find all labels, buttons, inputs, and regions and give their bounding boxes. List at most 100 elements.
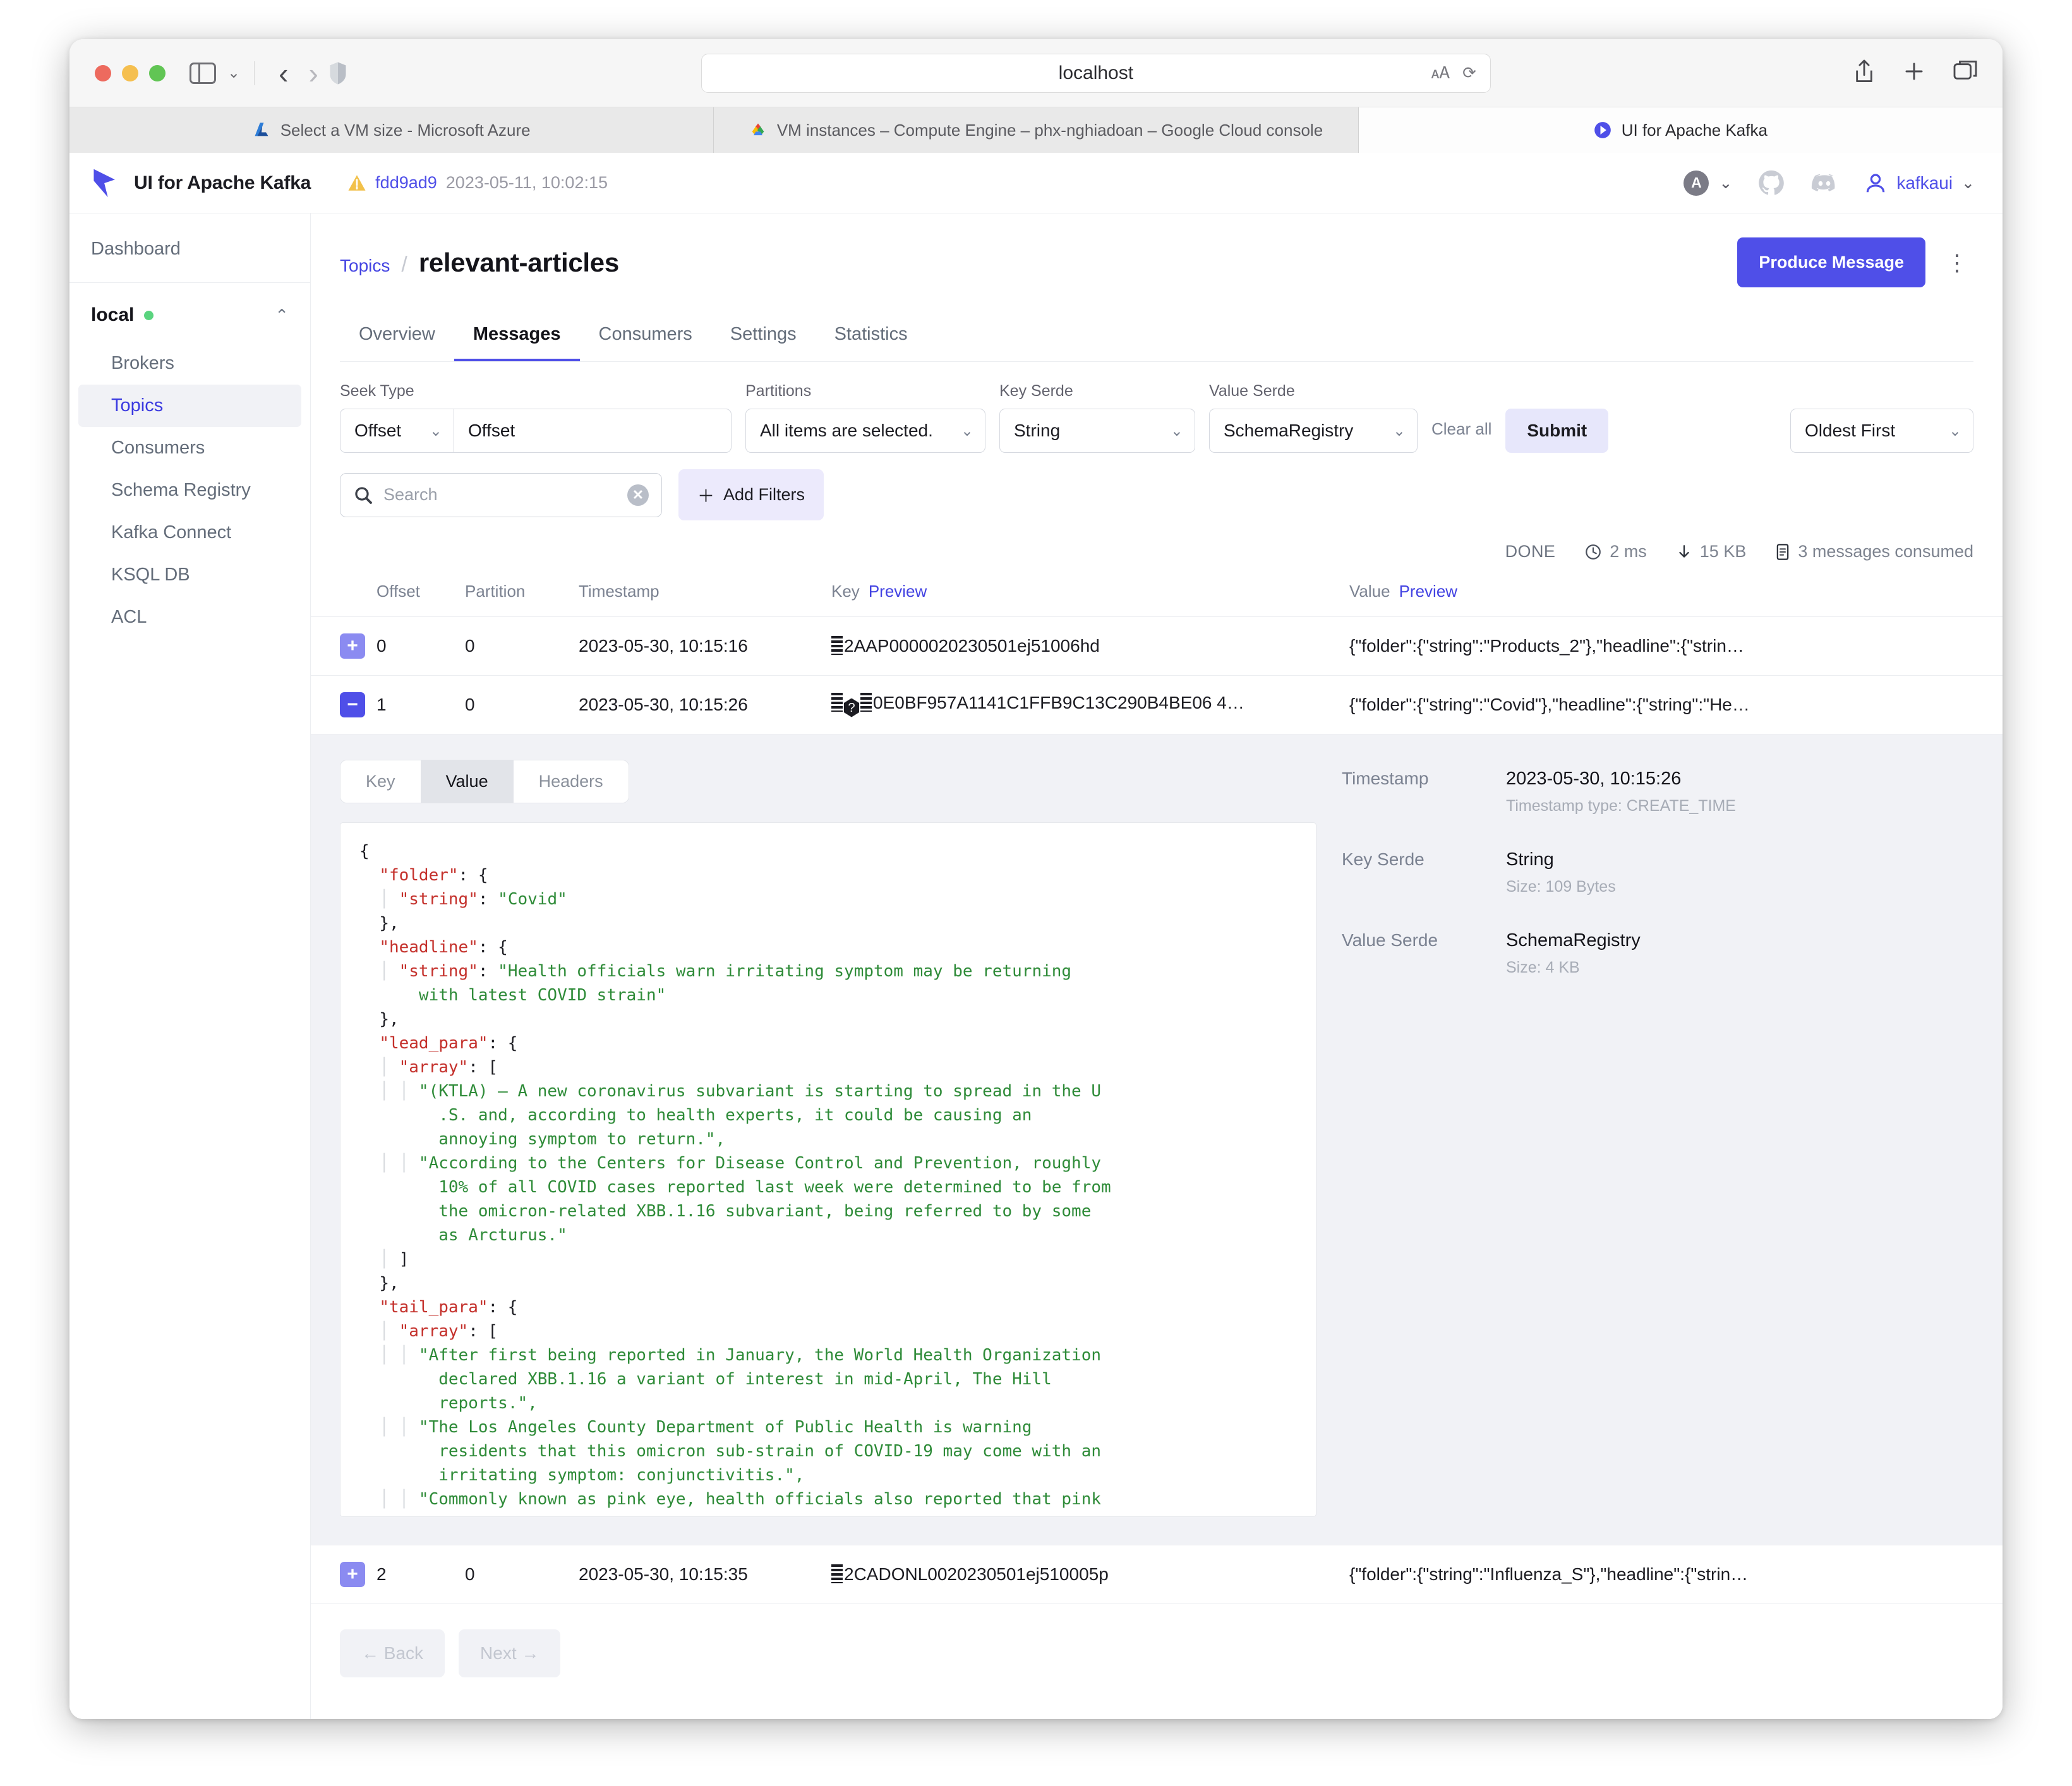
produce-message-button[interactable]: Produce Message [1737,237,1925,287]
more-options-icon[interactable]: ⋮ [1942,249,1973,276]
clear-search-icon[interactable]: ✕ [627,484,649,506]
search-input[interactable]: Search ✕ [340,472,662,517]
theme-switcher[interactable]: A ⌄ [1684,170,1732,196]
chevron-down-icon[interactable]: ⌄ [1961,174,1975,193]
meta-key-serde: Key Serde String Size: 109 Bytes [1342,849,1973,896]
key-preview-link[interactable]: Preview [869,582,927,601]
status-size: 15 KB [1676,542,1746,561]
sidebar-item-brokers[interactable]: Brokers [78,342,301,385]
cell-offset: 1 [376,675,465,734]
close-window-button[interactable] [95,64,111,81]
value-preview-link[interactable]: Preview [1399,582,1457,601]
sidebar-item-acl[interactable]: ACL [78,596,301,638]
back-button[interactable]: ← Back [340,1629,445,1677]
browser-tab-azure[interactable]: Select a VM size - Microsoft Azure [69,107,714,153]
sort-order-select[interactable]: Oldest First ⌄ [1790,409,1973,453]
next-button[interactable]: Next → [459,1629,561,1677]
th-partition[interactable]: Partition [465,575,579,617]
tab-consumers[interactable]: Consumers [580,314,711,361]
tab-overview-icon[interactable] [1953,61,1977,85]
segment-value[interactable]: Value [420,760,514,803]
browser-tab-gcloud[interactable]: VM instances – Compute Engine – phx-nghi… [714,107,1359,153]
json-token: : [478,890,498,909]
sidebar-item-ksql-db[interactable]: KSQL DB [78,554,301,596]
seek-type-select[interactable]: Offset ⌄ [340,409,454,453]
chevron-down-icon[interactable]: ⌄ [1719,174,1732,193]
cluster-online-indicator [144,310,154,320]
breadcrumb-topics-link[interactable]: Topics [340,256,390,276]
submit-button[interactable]: Submit [1505,409,1609,453]
sidebar-cluster-local[interactable]: local ⌃ [69,283,310,342]
table-row[interactable]: − 1 0 2023-05-30, 10:15:26 ? 0E0BF957A114… [311,675,2003,734]
back-arrow-icon[interactable]: ‹ [268,59,298,88]
tab-statistics[interactable]: Statistics [816,314,927,361]
replacement-char-icon: ? [844,698,859,717]
sidebar-toggle-icon[interactable] [190,62,216,84]
chevron-up-icon[interactable]: ⌃ [275,306,289,325]
version-hash-link[interactable]: fdd9ad9 [375,173,437,193]
address-bar[interactable]: localhost 🗚 ⟳ [701,53,1491,93]
expand-row-button[interactable]: + [340,1562,365,1587]
table-row[interactable]: + 0 0 2023-05-30, 10:15:16 2AAP000002023… [311,616,2003,676]
collapse-row-button[interactable]: − [340,692,365,717]
browser-tab-label: Select a VM size - Microsoft Azure [280,120,531,140]
github-icon[interactable] [1757,169,1785,197]
key-serde-select[interactable]: String ⌄ [999,409,1195,453]
pagination: ← Back Next → [311,1604,2003,1706]
forward-arrow-icon[interactable]: › [298,59,328,88]
json-token: : { [478,938,508,957]
sidebar-item-consumers[interactable]: Consumers [78,427,301,469]
json-value-viewer[interactable]: { "folder": { │ "string": "Covid" }, "he… [340,822,1316,1517]
browser-tab-kafka-ui[interactable]: UI for Apache Kafka [1358,107,2003,153]
cell-timestamp: 2023-05-30, 10:15:35 [579,1545,831,1604]
cell-value: {"folder":{"string":"Influenza_S"},"head… [1349,1545,2003,1604]
json-indent-guide: │ [359,1250,399,1269]
tab-messages[interactable]: Messages [454,314,580,361]
sidebar-item-kafka-connect[interactable]: Kafka Connect [78,512,301,554]
seek-offset-input[interactable]: Offset [454,409,732,453]
share-icon[interactable] [1853,59,1875,87]
privacy-shield-icon[interactable] [328,61,347,85]
chevron-down-icon[interactable]: ⌄ [227,65,240,81]
tab-settings[interactable]: Settings [711,314,816,361]
sidebar-item-topics[interactable]: Topics [78,385,301,427]
json-line: residents that this omicron sub-strain o… [359,1439,1297,1463]
json-token: "Health officials warn irritating sympto… [498,962,1072,981]
segment-headers[interactable]: Headers [513,760,629,803]
th-timestamp[interactable]: Timestamp [579,575,831,617]
chevron-down-icon: ⌄ [1392,422,1406,440]
binary-glyph-icon [860,692,872,712]
th-offset[interactable]: Offset [376,575,465,617]
json-indent-guide: │ │ [359,1418,419,1437]
filters-toolbar: Seek Type Offset ⌄ Offset Partitions All… [340,362,1973,453]
minimize-window-button[interactable] [122,64,138,81]
json-line: "tail_para": { [359,1295,1297,1319]
maximize-window-button[interactable] [149,64,166,81]
user-menu[interactable]: kafkaui ⌄ [1864,171,1975,195]
window-traffic-lights[interactable] [95,64,166,81]
add-filters-button[interactable]: ＋ Add Filters [678,469,824,520]
reload-icon[interactable]: ⟳ [1462,63,1476,83]
sort-order-value: Oldest First [1805,421,1896,440]
expand-row-button[interactable]: + [340,633,365,659]
binary-glyph-icon [831,692,843,712]
clear-all-button[interactable]: Clear all [1431,419,1491,453]
discord-icon[interactable] [1810,169,1838,197]
json-indent-guide: │ │ [359,1346,419,1365]
sidebar: Dashboard local ⌃ Brokers Topics Consume… [69,213,311,1719]
value-serde-select[interactable]: SchemaRegistry ⌄ [1209,409,1418,453]
partitions-select[interactable]: All items are selected. ⌄ [745,409,985,453]
translate-icon[interactable]: 🗚 [1431,63,1450,83]
json-token: : [478,962,498,981]
plus-icon: ＋ [697,487,714,506]
segment-key[interactable]: Key [340,760,421,803]
cell-partition: 0 [465,1545,579,1604]
browser-tab-bar: Select a VM size - Microsoft Azure VM in… [69,107,2003,153]
table-row[interactable]: + 2 0 2023-05-30, 10:15:35 2CADONL002023… [311,1545,2003,1604]
json-token: : { [488,1034,518,1053]
app-brand[interactable]: UI for Apache Kafka [91,167,311,200]
sidebar-item-schema-registry[interactable]: Schema Registry [78,469,301,512]
tab-overview[interactable]: Overview [340,314,454,361]
sidebar-item-dashboard[interactable]: Dashboard [91,232,289,266]
new-tab-icon[interactable] [1903,60,1925,86]
